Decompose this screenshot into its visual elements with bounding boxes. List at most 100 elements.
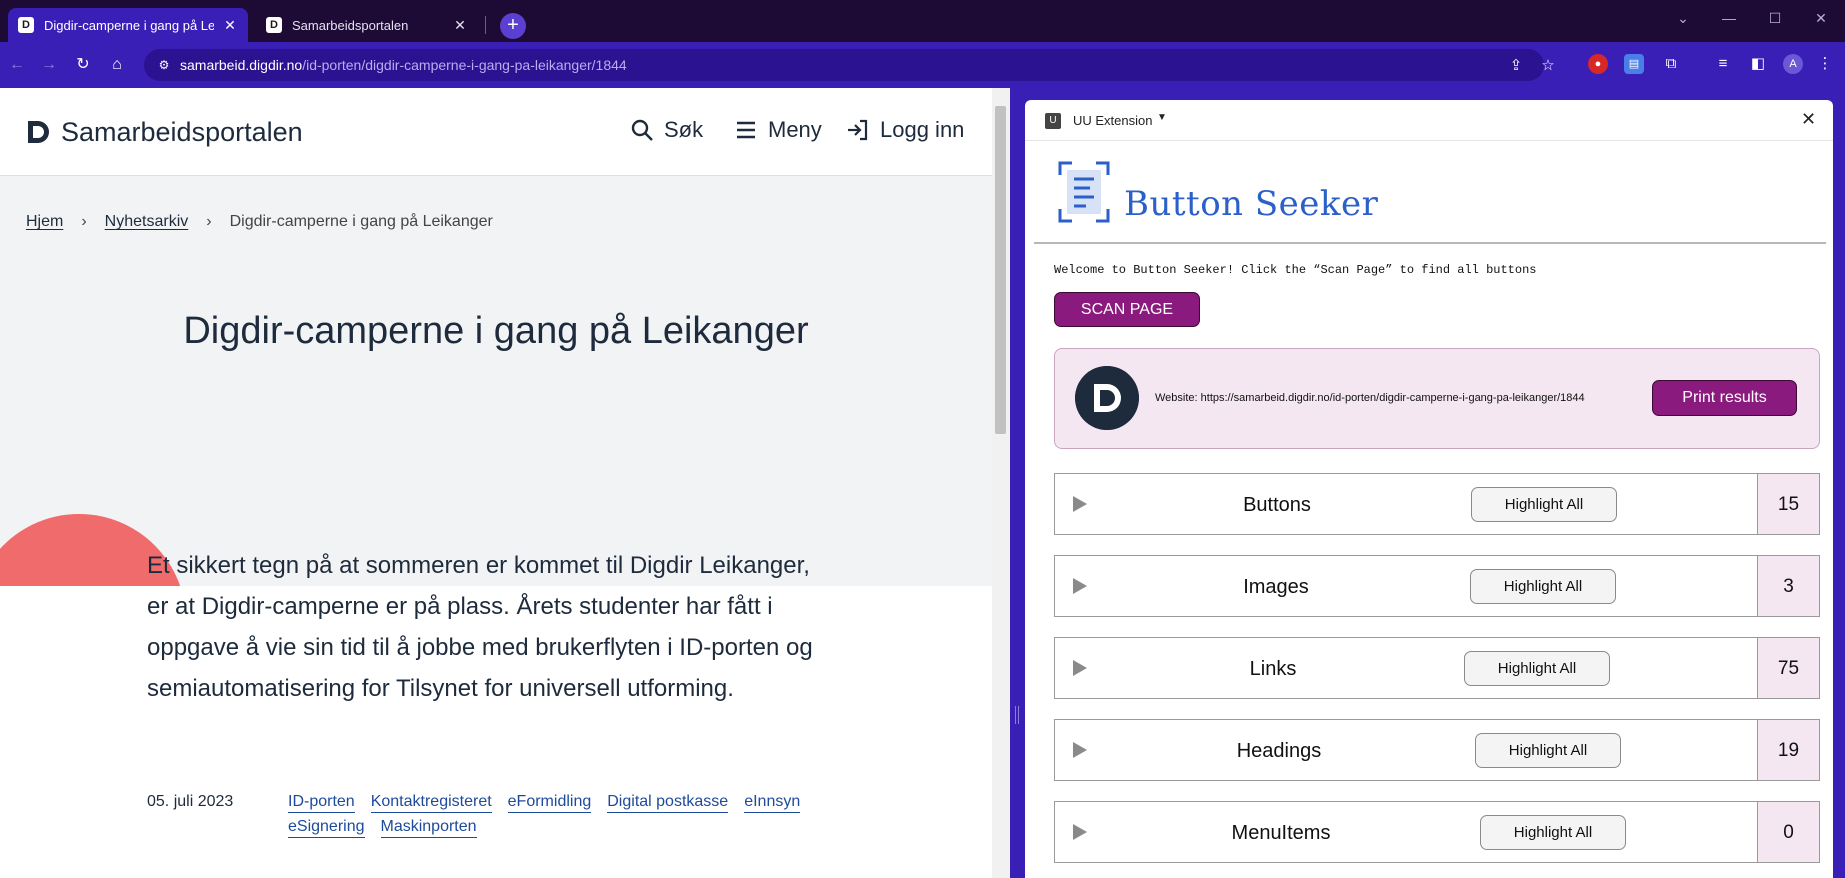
breadcrumb-link-news-archive[interactable]: Nyhetsarkiv [105,213,189,231]
result-count: 0 [1757,801,1820,863]
website-url: Website: https://samarbeid.digdir.no/id-… [1155,392,1585,404]
share-icon[interactable]: ⇪ [1506,56,1526,76]
result-label: MenuItems [1231,822,1331,844]
minimize-icon[interactable]: — [1714,6,1744,30]
result-row-images[interactable]: Images Highlight All 3 [1054,555,1820,617]
publish-date: 05. juli 2023 [147,793,234,810]
result-count: 75 [1757,637,1820,699]
tab-strip: D Digdir-camperne i gang på Leikanger ✕ … [0,0,1845,42]
side-panel-icon[interactable]: ◧ [1748,54,1768,74]
welcome-text: Welcome to Button Seeker! Click the “Sca… [1054,263,1537,277]
search-button[interactable]: Søk [630,117,703,143]
website-favicon-avatar [1075,366,1139,430]
tag-link[interactable]: Maskinporten [380,817,477,838]
side-panel: U UU Extension ▼ ✕ Button Seeker Welcome… [1025,100,1833,878]
result-count: 15 [1757,473,1820,535]
highlight-all-button[interactable]: Highlight All [1475,733,1621,768]
result-label: Headings [1236,740,1322,762]
chevron-right-icon: › [81,213,87,230]
result-row-headings[interactable]: Headings Highlight All 19 [1054,719,1820,781]
login-icon [848,119,868,141]
tag-link[interactable]: Digital postkasse [607,792,729,813]
menu-label: Meny [768,117,822,142]
expand-triangle-icon[interactable] [1073,496,1087,512]
close-icon[interactable]: ✕ [222,17,238,33]
site-title[interactable]: Samarbeidsportalen [61,117,303,148]
tab-article[interactable]: D Digdir-camperne i gang på Leikanger ✕ [8,8,248,42]
expand-triangle-icon[interactable] [1073,578,1087,594]
breadcrumb-link-home[interactable]: Hjem [26,213,63,231]
forward-arrow-icon[interactable]: → [36,52,62,78]
extensions-puzzle-icon[interactable]: ⧉ [1661,54,1681,74]
breadcrumb-current: Digdir-camperne i gang på Leikanger [229,213,493,230]
side-panel-name[interactable]: UU Extension [1073,113,1152,128]
profile-avatar[interactable]: A [1783,54,1803,74]
window-close-icon[interactable]: ✕ [1806,6,1836,30]
tag-link[interactable]: eFormidling [507,792,592,813]
result-count: 19 [1757,719,1820,781]
page-scrollbar-thumb[interactable] [995,106,1006,434]
hamburger-menu-icon [737,121,755,139]
result-label: Images [1243,576,1309,598]
result-row-links[interactable]: Links Highlight All 75 [1054,637,1820,699]
expand-triangle-icon[interactable] [1073,742,1087,758]
print-results-button[interactable]: Print results [1652,380,1797,416]
highlight-all-button[interactable]: Highlight All [1470,569,1616,604]
scan-page-button[interactable]: SCAN PAGE [1054,292,1200,327]
maximize-icon[interactable]: ☐ [1760,6,1790,30]
digdir-logo-icon[interactable] [26,119,52,145]
address-bar[interactable]: ⚙ samarbeid.digdir.no /id-porten/digdir-… [144,49,1555,81]
breadcrumb: Hjem › Nyhetsarkiv › Digdir-camperne i g… [26,213,493,231]
browser-toolbar: ← → ↻ ⌂ ⚙ samarbeid.digdir.no /id-porten… [0,42,1845,88]
site-header: Samarbeidsportalen Søk Meny Logg inn [0,88,992,176]
divider [1034,242,1826,244]
tag-link[interactable]: eInnsyn [744,792,801,813]
new-tab-plus-icon[interactable]: + [500,13,526,39]
highlight-all-button[interactable]: Highlight All [1464,651,1610,686]
article-hero [0,176,992,586]
result-count: 3 [1757,555,1820,617]
login-label: Logg inn [880,117,965,142]
extension-doc-icon[interactable]: ▤ [1624,54,1644,74]
tag-link[interactable]: ID-porten [288,792,355,813]
extension-shield-icon[interactable]: ● [1588,54,1608,74]
chevron-right-icon: › [206,213,212,230]
website-summary: Website: https://samarbeid.digdir.no/id-… [1054,348,1820,449]
tag-link[interactable]: Kontaktregisteret [370,792,492,813]
result-row-menuitems[interactable]: MenuItems Highlight All 0 [1054,801,1820,863]
tab-divider [485,16,486,34]
more-menu-icon[interactable]: ⋮ [1815,54,1835,74]
app-title: Button Seeker [1124,184,1379,224]
side-panel-resize-handle[interactable] [1010,88,1025,878]
button-seeker-logo-icon [1058,161,1110,223]
bookmark-star-icon[interactable]: ☆ [1538,56,1558,76]
url-path: /id-porten/digdir-camperne-i-gang-pa-lei… [302,57,627,73]
tag-link[interactable]: eSignering [288,817,365,838]
back-arrow-icon[interactable]: ← [4,52,30,78]
side-panel-header: U UU Extension ▼ ✕ [1025,100,1833,141]
menu-button[interactable]: Meny [734,117,822,143]
result-label: Links [1249,658,1297,680]
side-panel-close-icon[interactable]: ✕ [1801,109,1816,130]
home-icon[interactable]: ⌂ [104,52,130,78]
tab-samarbeidsportalen[interactable]: D Samarbeidsportalen ✕ [256,8,478,42]
expand-triangle-icon[interactable] [1073,660,1087,676]
media-queue-icon[interactable]: ≡ [1713,54,1733,74]
highlight-all-button[interactable]: Highlight All [1471,487,1617,522]
search-icon [631,119,653,141]
article-lead: Et sikkert tegn på at sommeren er kommet… [147,552,813,702]
expand-triangle-icon[interactable] [1073,824,1087,840]
result-row-buttons[interactable]: Buttons Highlight All 15 [1054,473,1820,535]
search-label: Søk [664,117,704,142]
resize-grip-icon[interactable] [1015,706,1019,724]
reload-icon[interactable]: ↻ [70,52,96,78]
dropdown-caret-icon[interactable]: ▼ [1157,112,1167,123]
login-button[interactable]: Logg inn [846,117,964,143]
extension-badge-icon: U [1045,113,1061,129]
highlight-all-button[interactable]: Highlight All [1480,815,1626,850]
site-info-icon[interactable]: ⚙ [156,57,172,73]
web-page: Samarbeidsportalen Søk Meny Logg inn Hje… [0,88,992,878]
tab-search-chevron-icon[interactable]: ⌄ [1668,6,1698,30]
result-label: Buttons [1243,494,1311,516]
close-icon[interactable]: ✕ [452,17,468,33]
